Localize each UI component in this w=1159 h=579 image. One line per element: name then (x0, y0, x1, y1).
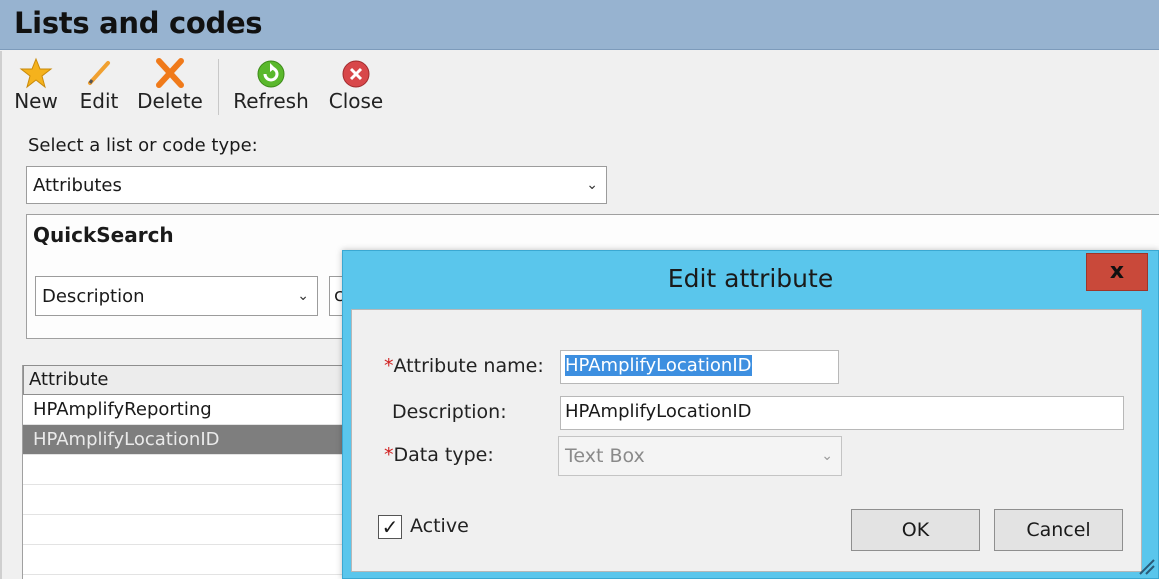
resize-grip-icon[interactable] (1134, 554, 1156, 576)
chevron-down-icon: ⌄ (821, 448, 833, 464)
description-label: Description: (392, 401, 507, 423)
refresh-icon (257, 60, 285, 88)
ok-button[interactable]: OK (851, 509, 980, 551)
column-header-attribute[interactable]: Attribute (23, 365, 353, 395)
chevron-down-icon: ⌄ (297, 288, 309, 304)
cancel-button[interactable]: Cancel (994, 509, 1123, 551)
data-type-label: *Data type: (384, 444, 494, 466)
required-marker: * (384, 444, 394, 466)
table-row-empty (23, 545, 353, 575)
refresh-button-label: Refresh (233, 89, 309, 113)
new-button[interactable]: New (10, 55, 62, 117)
star-icon (19, 57, 53, 89)
edit-button[interactable]: Edit (74, 55, 124, 117)
edit-button-label: Edit (79, 89, 119, 113)
list-type-value: Attributes (33, 174, 122, 196)
table-row-empty (23, 455, 353, 485)
required-marker: * (384, 355, 394, 377)
toolbar-separator (218, 59, 219, 115)
attribute-name-field[interactable]: HPAmplifyLocationID (560, 350, 839, 384)
new-button-label: New (14, 89, 58, 113)
data-type-label-text: Data type: (393, 444, 494, 466)
attribute-name-value: HPAmplifyLocationID (565, 355, 752, 376)
close-circle-icon (342, 60, 370, 88)
description-value: HPAmplifyLocationID (565, 401, 752, 422)
table-row-empty (23, 515, 353, 545)
close-button-label: Close (328, 89, 384, 113)
close-button[interactable]: Close (324, 55, 388, 117)
table-row[interactable]: HPAmplifyReporting (23, 395, 353, 425)
quicksearch-field-select[interactable]: Description ⌄ (35, 276, 318, 316)
table-row-empty (23, 485, 353, 515)
window-titlebar: Lists and codes (0, 0, 1159, 50)
chevron-down-icon: ⌄ (586, 177, 598, 193)
attribute-name-label-text: Attribute name: (393, 355, 544, 377)
delete-button[interactable]: Delete (136, 55, 204, 117)
active-checkbox[interactable]: ✓ (378, 515, 402, 539)
edit-attribute-dialog: Edit attribute x *Attribute name: HPAmpl… (342, 250, 1159, 579)
dialog-close-button[interactable]: x (1086, 253, 1148, 291)
checkmark-icon: ✓ (381, 515, 399, 539)
window-title: Lists and codes (14, 6, 263, 40)
table-row-selected[interactable]: HPAmplifyLocationID (23, 425, 353, 455)
quicksearch-field-value: Description (42, 285, 145, 307)
active-label: Active (410, 515, 469, 537)
x-icon (156, 58, 184, 88)
data-type-select[interactable]: Text Box ⌄ (558, 436, 842, 476)
toolbar: New Edit Delete Refresh Close (2, 51, 1159, 121)
data-type-value: Text Box (565, 445, 645, 467)
description-field[interactable]: HPAmplifyLocationID (560, 396, 1124, 430)
attribute-grid: Attribute HPAmplifyReporting HPAmplifyLo… (22, 365, 353, 579)
dialog-body: *Attribute name: HPAmplifyLocationID Des… (351, 309, 1142, 572)
refresh-button[interactable]: Refresh (230, 55, 312, 117)
quicksearch-title: QuickSearch (33, 223, 174, 247)
list-type-select[interactable]: Attributes ⌄ (26, 166, 607, 204)
attribute-name-label: *Attribute name: (384, 355, 544, 377)
list-type-label: Select a list or code type: (28, 135, 258, 156)
pencil-icon (88, 61, 110, 85)
delete-button-label: Delete (137, 89, 203, 113)
dialog-title: Edit attribute (667, 264, 834, 293)
